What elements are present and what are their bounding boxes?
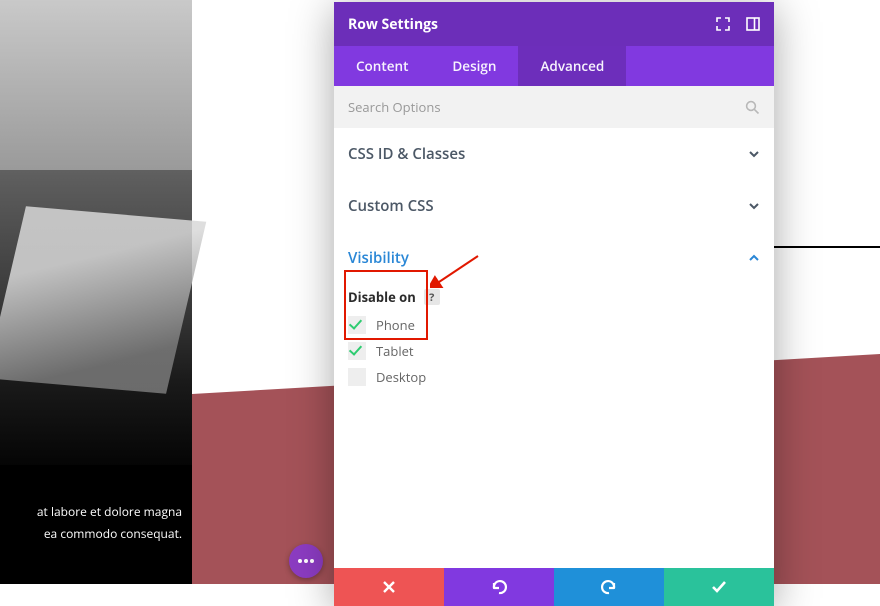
checkbox-phone[interactable] [348,316,366,334]
snap-icon[interactable] [746,17,760,31]
checkbox-row-phone[interactable]: Phone [348,312,760,338]
chevron-down-icon [748,200,760,212]
builder-fab-button[interactable] [289,544,323,578]
section-label: Custom CSS [348,196,434,216]
tab-content[interactable]: Content [334,46,430,86]
lorem-line-2: ea commodo consequat. [44,525,182,542]
section-custom-css[interactable]: Custom CSS [348,180,760,232]
hero-initial: W [302,272,337,321]
hero-caption: at labore et dolore magna ea commodo con… [0,465,192,584]
hero-photo [0,0,192,465]
visibility-body: Disable on ? Phone Tablet Desktop [348,284,760,404]
chevron-up-icon [748,252,760,264]
modal-title: Row Settings [348,15,438,34]
search-options-row[interactable]: Search Options [334,86,774,128]
help-icon[interactable]: ? [424,289,440,305]
section-css-id-classes[interactable]: CSS ID & Classes [348,128,760,180]
modal-footer [334,568,774,606]
undo-button[interactable] [444,568,554,606]
modal-header[interactable]: Row Settings [334,2,774,46]
disable-on-label: Disable on [348,288,416,306]
search-icon [745,100,760,115]
checkbox-row-tablet[interactable]: Tablet [348,338,760,364]
checkbox-label: Desktop [376,368,426,386]
checkbox-label: Tablet [376,342,414,360]
settings-tabs: Content Design Advanced [334,46,774,86]
section-label: CSS ID & Classes [348,144,465,164]
redo-button[interactable] [554,568,664,606]
save-button[interactable] [664,568,774,606]
checkbox-row-desktop[interactable]: Desktop [348,364,760,390]
expand-icon[interactable] [716,17,730,31]
tab-advanced[interactable]: Advanced [518,46,626,86]
checkbox-label: Phone [376,316,415,334]
lorem-line-1: at labore et dolore magna [37,503,182,520]
checkbox-desktop[interactable] [348,368,366,386]
cancel-button[interactable] [334,568,444,606]
row-settings-modal: Row Settings Content Design Advanced Sea… [334,2,774,606]
checkbox-tablet[interactable] [348,342,366,360]
section-label: Visibility [348,248,409,268]
section-visibility[interactable]: Visibility [348,232,760,284]
tab-design[interactable]: Design [430,46,518,86]
search-placeholder: Search Options [348,98,441,116]
chevron-down-icon [748,148,760,160]
